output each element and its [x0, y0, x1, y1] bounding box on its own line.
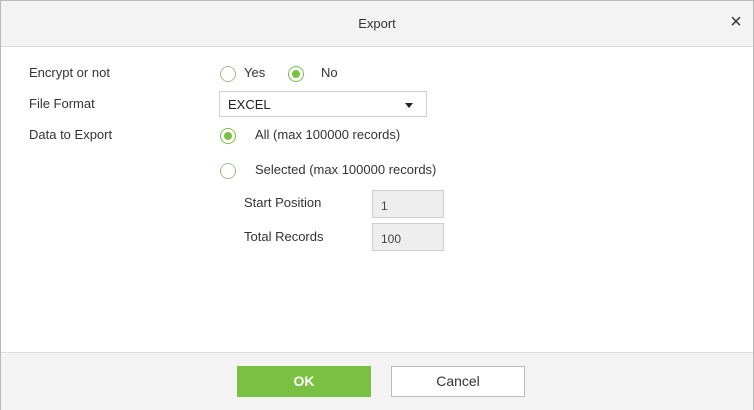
total-records-input[interactable]: 100 — [372, 223, 444, 251]
start-position-label: Start Position — [244, 195, 322, 210]
total-records-label: Total Records — [244, 229, 324, 244]
data-to-export-label: Data to Export — [29, 127, 113, 142]
dialog-titlebar: Export × — [1, 1, 753, 47]
start-position-input[interactable]: 1 — [372, 190, 444, 218]
encrypt-no-radio[interactable] — [288, 66, 304, 82]
file-format-select[interactable]: EXCEL — [219, 91, 427, 117]
file-format-label: File Format — [29, 96, 95, 111]
export-all-label[interactable]: All (max 100000 records) — [255, 127, 400, 142]
ok-button[interactable]: OK — [237, 366, 371, 397]
dialog-title: Export — [358, 16, 396, 31]
encrypt-no-label[interactable]: No — [321, 65, 338, 80]
export-all-radio[interactable] — [220, 128, 236, 144]
encrypt-yes-label[interactable]: Yes — [244, 65, 265, 80]
export-selected-radio[interactable] — [220, 163, 236, 179]
chevron-down-icon — [405, 103, 413, 108]
encrypt-yes-radio[interactable] — [220, 66, 236, 82]
cancel-button[interactable]: Cancel — [391, 366, 525, 397]
export-selected-label[interactable]: Selected (max 100000 records) — [255, 162, 436, 177]
encrypt-label: Encrypt or not — [29, 65, 110, 80]
file-format-value: EXCEL — [228, 97, 271, 112]
dialog-footer — [1, 352, 753, 410]
export-dialog: Export × Encrypt or not Yes No File Form… — [0, 0, 754, 410]
close-icon[interactable]: × — [725, 11, 747, 33]
